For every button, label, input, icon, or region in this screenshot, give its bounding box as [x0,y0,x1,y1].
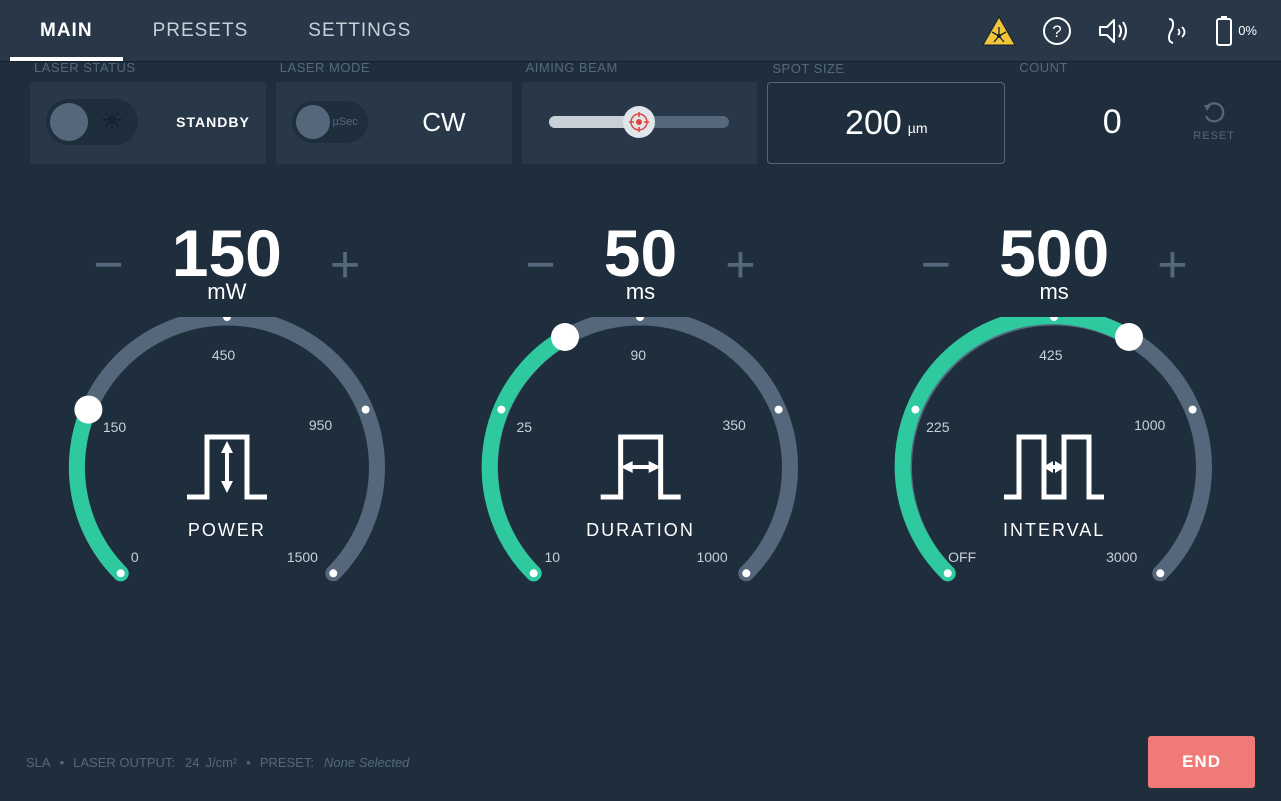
tab-presets[interactable]: PRESETS [123,0,279,61]
duration-value: 50 [604,224,677,283]
laser-status-value: STANDBY [176,114,250,130]
status-icons: ? 0% [982,15,1281,47]
laser-warning-icon [982,16,1016,46]
laser-mode-label: LASER MODE [280,60,370,75]
interval-label: INTERVAL [999,520,1109,541]
aiming-beam-card: AIMING BEAM [522,82,758,164]
aiming-beam-slider[interactable] [549,116,729,128]
tabs-bar: MAIN PRESETS SETTINGS ? [0,0,1281,62]
aiming-beam-knob[interactable] [623,106,655,138]
laser-burst-icon [100,108,124,137]
top-controls-row: LASER STATUS STANDBY [0,62,1281,164]
interval-minus-button[interactable]: − [911,239,961,291]
laser-status-card: LASER STATUS STANDBY [30,82,266,164]
power-value: 150 [172,224,282,283]
count-value: 0 [1031,103,1193,142]
voice-icon[interactable] [1158,15,1190,47]
laser-mode-value: CW [422,107,465,138]
power-dial: − 150 mW + 0 150 [27,224,427,617]
reset-button[interactable]: RESET [1193,102,1235,142]
spot-size-card[interactable]: SPOT SIZE 200 µm [767,82,1005,164]
duration-label: DURATION [586,520,695,541]
power-minus-button[interactable]: − [83,239,133,291]
power-gauge[interactable]: 0 150 450 950 1500 POWER [57,317,397,617]
footer-sla: SLA [26,755,51,770]
footer-preset-value: None Selected [324,755,409,770]
duration-dial: − 50 ms + 10 25 90 350 1000 [440,224,840,617]
spot-size-label: SPOT SIZE [772,61,844,76]
laser-status-toggle[interactable] [46,99,138,145]
laser-status-label: LASER STATUS [34,60,136,75]
count-card: COUNT 0 RESET [1015,82,1251,164]
footer-output-value: 24 [185,755,199,770]
aiming-beam-label: AIMING BEAM [526,60,618,75]
power-label: POWER [177,520,277,541]
interval-plus-button[interactable]: + [1147,239,1197,291]
laser-mode-toggle[interactable]: µSec [292,101,368,143]
battery-pct: 0% [1238,23,1257,38]
battery-icon [1216,16,1232,46]
svg-text:?: ? [1052,22,1061,41]
battery-status: 0% [1216,16,1257,46]
spot-size-value: 200 [845,104,902,143]
sound-icon[interactable] [1098,16,1132,46]
footer-output-label: LASER OUTPUT: [73,755,175,770]
duration-icon: DURATION [586,417,695,541]
count-label: COUNT [1019,60,1068,75]
interval-gauge[interactable]: OFF 225 425 1000 3000 INTERVAL [884,317,1224,617]
interval-value: 500 [999,224,1109,283]
footer-bar: SLA • LASER OUTPUT: 24 J/cm² • PRESET: N… [0,723,1281,801]
dials-row: − 150 mW + 0 150 [0,164,1281,617]
tab-main[interactable]: MAIN [10,0,123,61]
interval-icon: INTERVAL [999,417,1109,541]
reset-icon [1202,102,1226,126]
footer-preset-label: PRESET: [260,755,314,770]
laser-mode-card: LASER MODE µSec CW [276,82,512,164]
spot-size-unit: µm [908,120,928,136]
help-icon[interactable]: ? [1042,16,1072,46]
duration-plus-button[interactable]: + [715,239,765,291]
interval-dial: − 500 ms + OFF 225 425 1000 3000 [854,224,1254,617]
duration-minus-button[interactable]: − [515,239,565,291]
end-button[interactable]: END [1148,736,1255,788]
power-icon: POWER [177,417,277,541]
tab-settings[interactable]: SETTINGS [278,0,441,61]
duration-gauge[interactable]: 10 25 90 350 1000 DURATION [470,317,810,617]
footer-output-unit: J/cm² [205,755,237,770]
power-plus-button[interactable]: + [320,239,370,291]
